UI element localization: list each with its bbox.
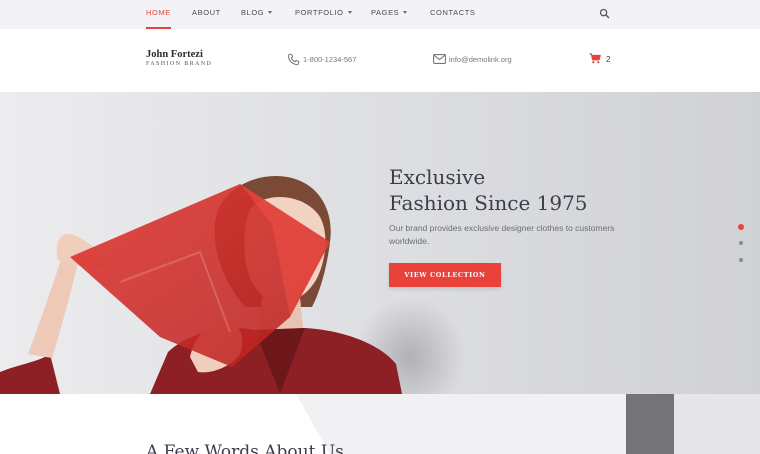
nav-item-label: Blog	[241, 8, 265, 17]
nav-item-blog[interactable]: Blog	[241, 0, 273, 29]
section-title: A Few Words About Us	[146, 442, 344, 454]
nav-item-label: Pages	[371, 8, 400, 17]
top-navigation: Home About Blog Portfolio Pages Contacts	[0, 0, 760, 29]
email-address[interactable]: info@demolink.org	[449, 55, 512, 64]
chevron-down-icon	[268, 11, 273, 14]
nav-item-pages[interactable]: Pages	[371, 0, 408, 29]
nav-item-about[interactable]: About	[192, 0, 221, 29]
nav-item-label: Home	[146, 8, 171, 17]
about-section: A Few Words About Us	[0, 394, 760, 454]
nav-item-home[interactable]: Home	[146, 0, 171, 29]
slider-dot-1[interactable]	[738, 224, 744, 230]
nav-item-label: About	[192, 8, 221, 17]
nav-item-portfolio[interactable]: Portfolio	[295, 0, 352, 29]
site-header: John Fortezi FASHION BRAND 1-800-1234-56…	[0, 29, 760, 92]
nav-item-label: Contacts	[430, 8, 476, 17]
phone-icon	[287, 53, 300, 66]
brand-tagline: FASHION BRAND	[146, 61, 213, 67]
chevron-down-icon	[403, 11, 408, 14]
cart-icon[interactable]	[589, 53, 601, 64]
nav-item-contacts[interactable]: Contacts	[430, 0, 476, 29]
slider-dot-3[interactable]	[739, 258, 743, 262]
chevron-down-icon	[347, 11, 352, 14]
decorative-background	[296, 394, 760, 454]
view-collection-button[interactable]: View Collection	[389, 263, 501, 287]
mail-icon	[433, 54, 446, 64]
search-icon[interactable]	[599, 8, 610, 19]
hero-slider: Exclusive Fashion Since 1975 Our brand p…	[0, 92, 760, 394]
hero-title-line: Exclusive	[389, 165, 486, 189]
hero-description: Our brand provides exclusive designer cl…	[389, 223, 615, 246]
brand-name[interactable]: John Fortezi	[146, 49, 203, 60]
slider-dot-2[interactable]	[739, 241, 743, 245]
cart-count[interactable]: 2	[606, 55, 610, 64]
nav-item-label: Portfolio	[295, 8, 344, 17]
hero-title-line: Fashion Since 1975	[389, 191, 588, 215]
hero-title: Exclusive Fashion Since 1975	[389, 164, 588, 216]
phone-number[interactable]: 1-800-1234-567	[303, 55, 356, 64]
